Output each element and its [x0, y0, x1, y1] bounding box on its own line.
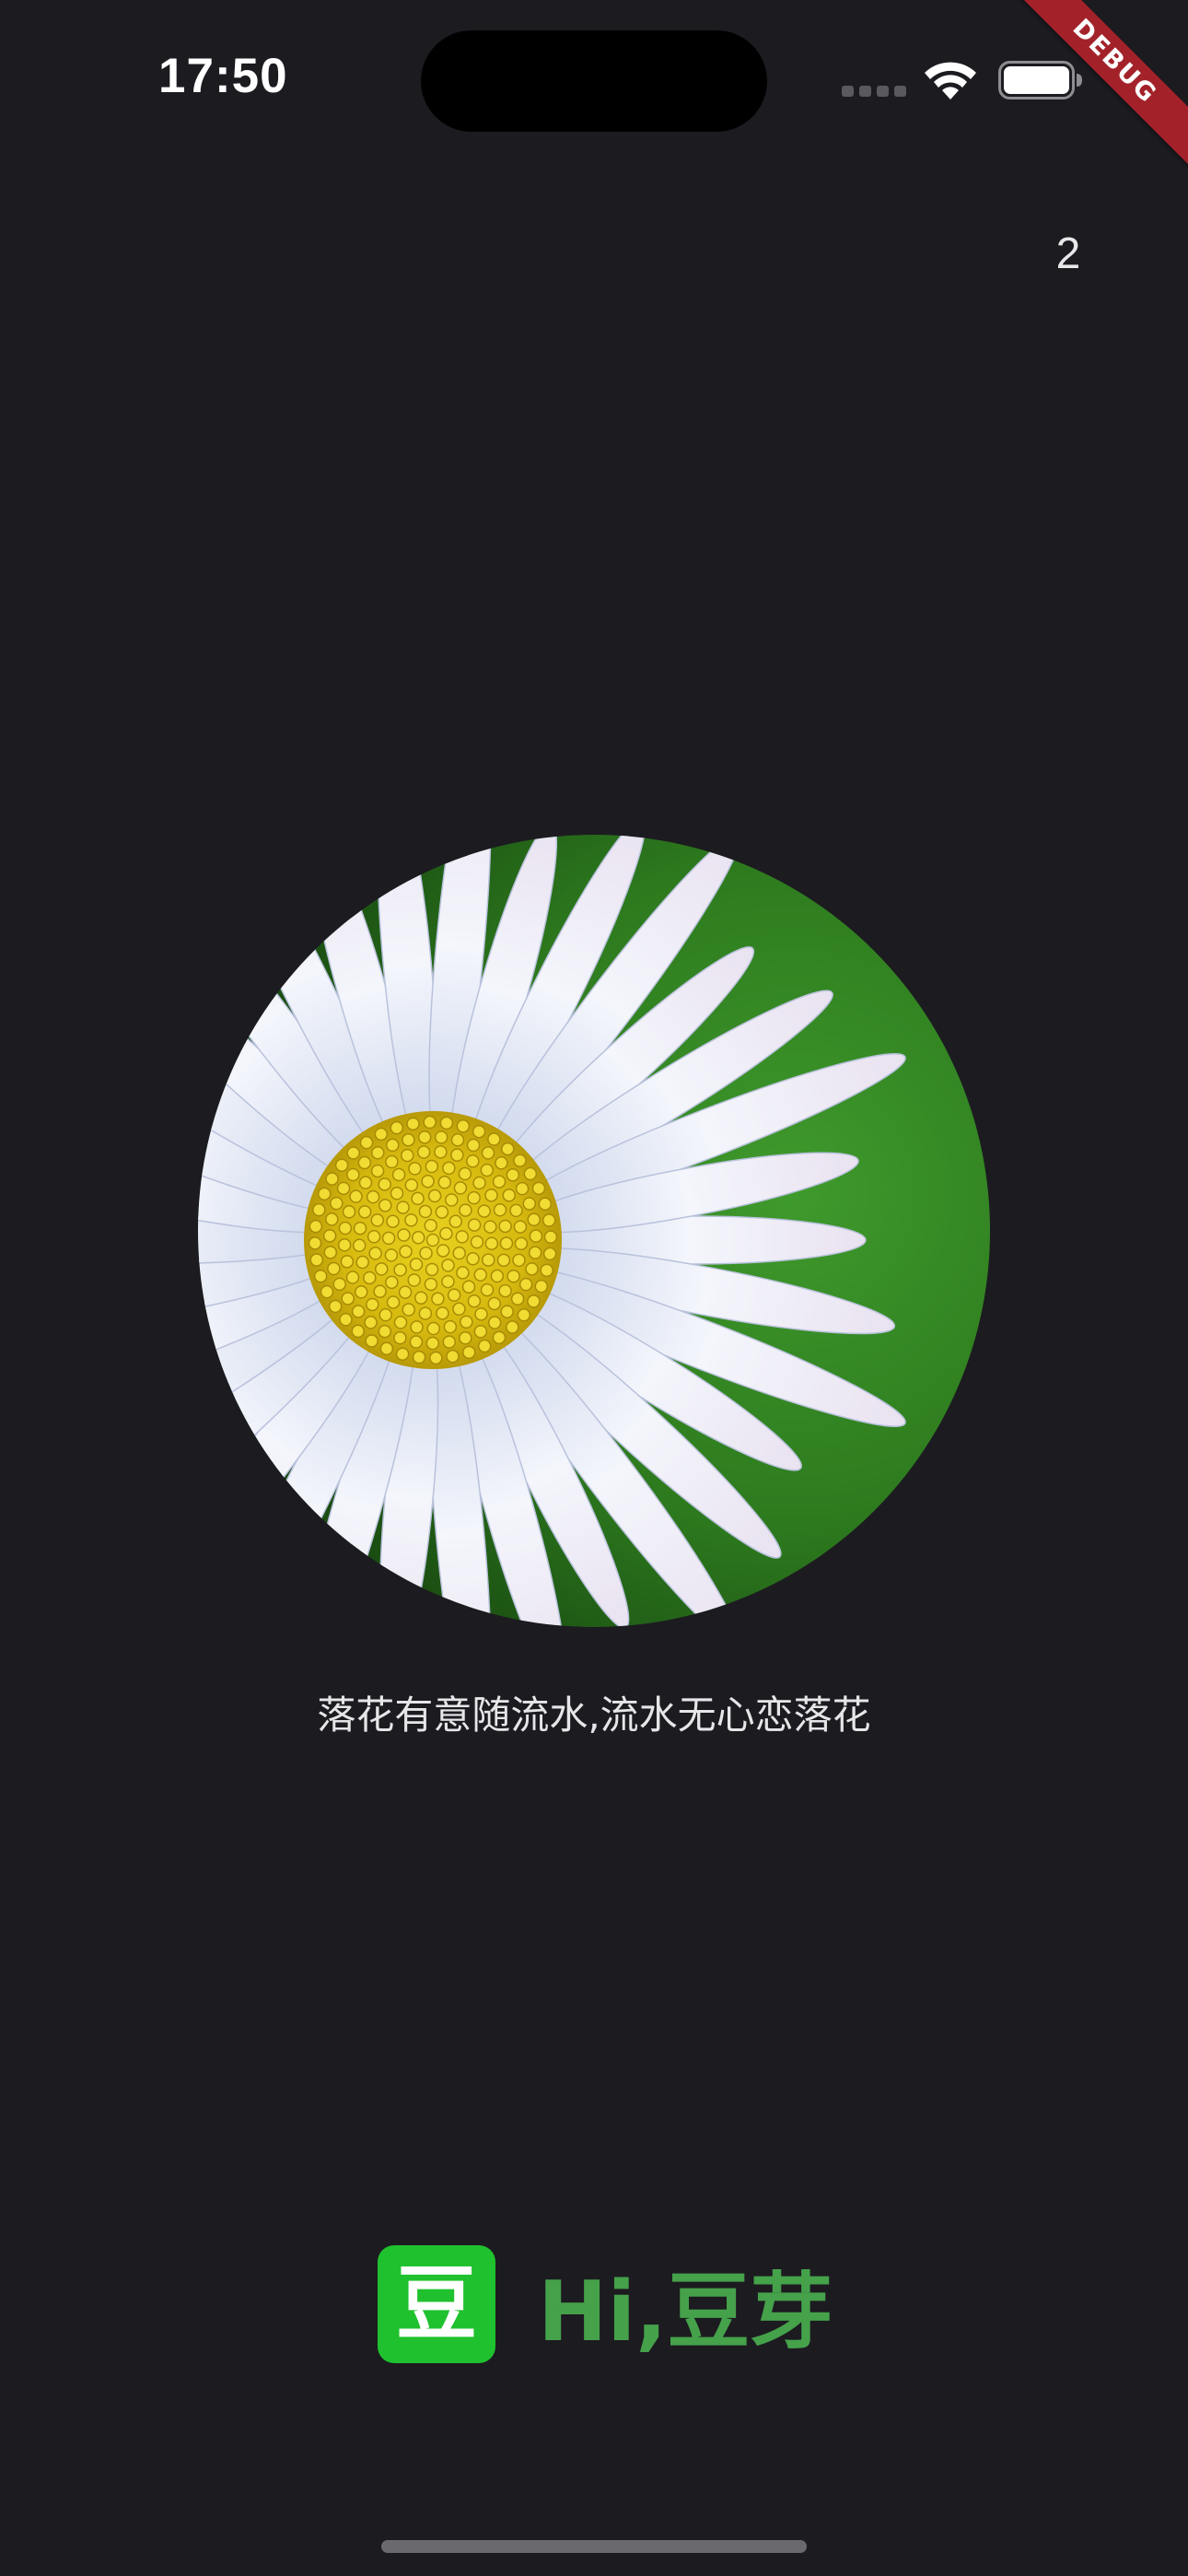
app-screen: 17:50 DEBUG 2 落花有意随流水,流水无心恋落花 豆 Hi,豆芽 — [0, 0, 1188, 2576]
daisy-flower-photo-icon — [198, 835, 990, 1627]
battery-icon — [998, 61, 1082, 100]
daisy-flower-image[interactable] — [198, 835, 990, 1627]
poem-caption: 落花有意随流水,流水无心恋落花 — [317, 1692, 871, 1738]
status-bar-time: 17:50 — [158, 49, 288, 103]
home-indicator[interactable] — [381, 2540, 807, 2553]
cellular-signal-icon — [842, 86, 906, 99]
app-logo-icon: 豆 — [378, 2245, 495, 2363]
brand-greeting: Hi,豆芽 — [538, 2264, 833, 2360]
brand-lockup: 豆 Hi,豆芽 — [378, 2245, 833, 2363]
page-counter: 2 — [1055, 229, 1081, 278]
dynamic-island — [421, 30, 767, 132]
wifi-icon — [925, 62, 976, 100]
